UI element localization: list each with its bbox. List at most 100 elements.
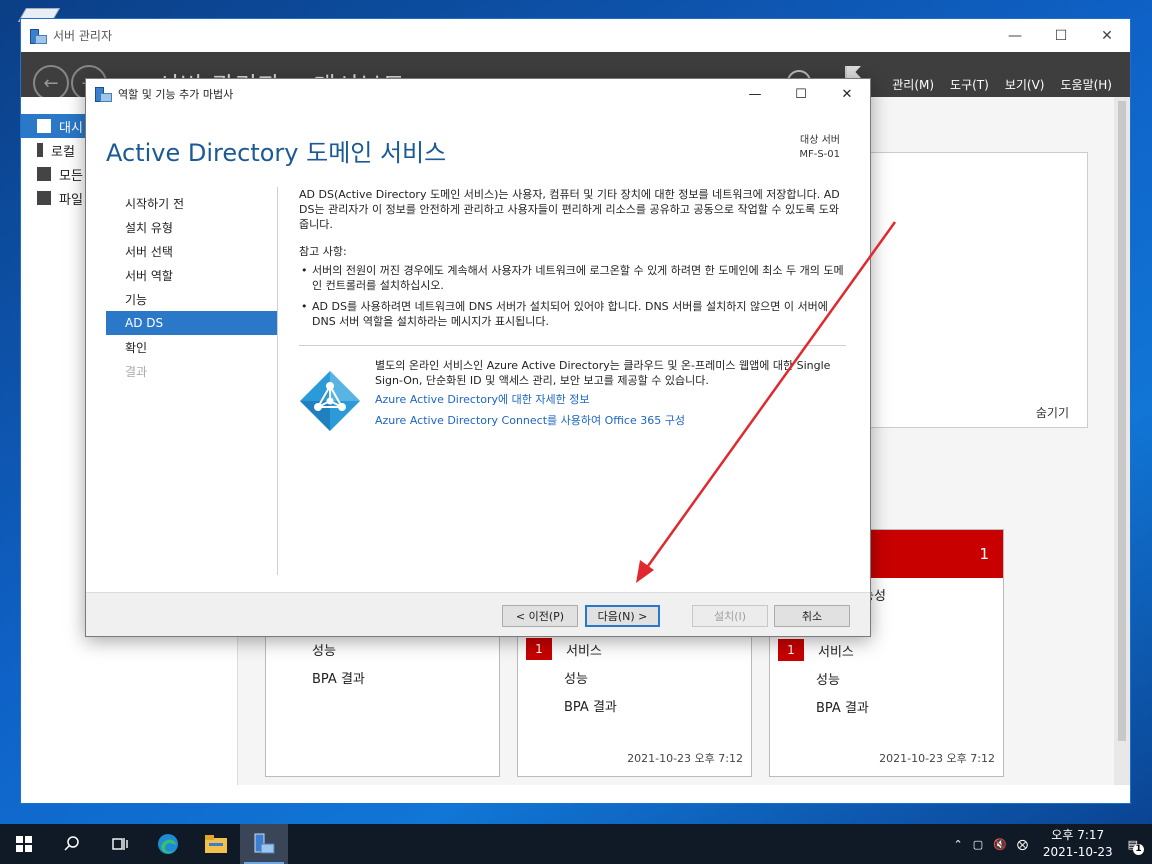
sm-window-title: 서버 관리자 [53, 29, 113, 43]
server-group-tile[interactable]: 성능 BPA 결과 [265, 616, 500, 777]
clock-time: 오후 7:17 [1051, 828, 1105, 842]
wizard-app-icon [94, 87, 112, 102]
menu-help[interactable]: 도움말(H) [1060, 76, 1112, 93]
azure-ad-info-link[interactable]: Azure Active Directory에 대한 자세한 정보 [375, 391, 849, 409]
tile-alert-count: 1 [979, 545, 989, 563]
close-icon[interactable]: ✕ [824, 79, 870, 109]
chevron-up-icon[interactable]: ⌃ [949, 838, 968, 851]
tile-row[interactable]: 성능 [266, 635, 499, 663]
wizard-window-controls: — ☐ ✕ [732, 79, 870, 109]
step-server-selection[interactable]: 서버 선택 [106, 239, 278, 263]
dashboard-icon [37, 119, 51, 133]
notification-center-icon[interactable]: ▤ 1 [1123, 838, 1152, 855]
taskbar: ⌃ ▢ 🔇 ⨂ 오후 7:17 2021-10-23 ▤ 1 [0, 824, 1152, 864]
tile-row-label: 서비스 [566, 643, 602, 659]
volume-muted-icon[interactable]: 🔇 [988, 838, 1012, 851]
local-server-icon [37, 143, 43, 157]
wizard-title: 역할 및 기능 추가 마법사 [118, 88, 234, 101]
wizard-steps: 시작하기 전 설치 유형 서버 선택 서버 역할 기능 AD DS 확인 결과 [106, 191, 278, 383]
network-icon[interactable]: ▢ [968, 838, 988, 851]
tile-row[interactable]: 1 서비스 [518, 635, 751, 663]
task-view-button[interactable] [96, 824, 144, 864]
tile-row[interactable]: 1 서비스 [770, 636, 1003, 664]
adds-intro-text: AD DS(Active Directory 도메인 서비스)는 사용자, 컴퓨… [299, 188, 840, 231]
file-services-icon [37, 191, 51, 205]
edge-icon [158, 834, 178, 854]
tile-row[interactable]: 성능 [770, 664, 1003, 692]
cancel-button[interactable]: 취소 [774, 605, 850, 627]
tile-row-label: BPA 결과 [312, 671, 365, 687]
clock-date: 2021-10-23 [1042, 845, 1113, 859]
close-icon[interactable]: ✕ [1084, 19, 1130, 52]
tile-row[interactable]: BPA 결과 [266, 663, 499, 691]
search-icon [64, 836, 79, 851]
search-button[interactable] [48, 824, 96, 864]
sidebar-item-label: 모든 [59, 168, 83, 184]
sm-titlebar: 서버 관리자 — ☐ ✕ [21, 19, 1130, 52]
wizard-content: AD DS(Active Directory 도메인 서비스)는 사용자, 컴퓨… [299, 187, 849, 438]
steps-divider [277, 187, 278, 575]
tile-timestamp: 2021-10-23 오후 7:12 [627, 752, 743, 765]
azure-ad-description: 별도의 온라인 서비스인 Azure Active Directory는 클라우… [375, 359, 831, 387]
taskbar-clock[interactable]: 오후 7:17 2021-10-23 [1033, 827, 1123, 861]
notes-list: 서버의 전원이 꺼진 경우에도 계속해서 사용자가 네트워크에 로그온할 수 있… [299, 263, 849, 329]
azure-ad-connect-link[interactable]: Azure Active Directory Connect를 사용하여 Off… [375, 412, 849, 430]
file-explorer-icon [205, 835, 227, 853]
minimize-icon[interactable]: — [732, 79, 778, 109]
tile-row-label: BPA 결과 [816, 700, 869, 716]
add-roles-wizard-dialog: 역할 및 기능 추가 마법사 — ☐ ✕ Active Directory 도메… [85, 78, 871, 637]
wizard-titlebar: 역할 및 기능 추가 마법사 — ☐ ✕ [86, 79, 870, 109]
menu-tools[interactable]: 도구(T) [950, 76, 989, 93]
install-button: 설치(I) [692, 605, 768, 627]
step-ad-ds[interactable]: AD DS [106, 311, 278, 335]
sm-scrollbar[interactable] [1114, 97, 1130, 785]
notes-heading: 참고 사항: [299, 245, 347, 258]
tile-row[interactable]: BPA 결과 [770, 692, 1003, 720]
sidebar-item-label: 파일 [59, 192, 83, 208]
tile-row[interactable]: 성능 [518, 663, 751, 691]
tile-row-label: BPA 결과 [564, 699, 617, 715]
previous-button[interactable]: < 이전(P) [502, 605, 578, 627]
sm-menu-bar: 관리(M) 도구(T) 보기(V) 도움말(H) [892, 76, 1112, 93]
alert-count-badge: 1 [526, 638, 552, 660]
content-divider [299, 345, 846, 346]
start-button[interactable] [0, 824, 48, 864]
start-icon [16, 836, 32, 852]
edge-button[interactable] [144, 824, 192, 864]
step-installation-type[interactable]: 설치 유형 [106, 215, 278, 239]
step-confirmation[interactable]: 확인 [106, 335, 278, 359]
target-server: 대상 서버 MF-S-01 [799, 134, 840, 162]
system-tray: ⌃ ▢ 🔇 ⨂ 오후 7:17 2021-10-23 ▤ 1 [949, 824, 1152, 864]
minimize-icon[interactable]: — [992, 19, 1038, 52]
task-view-icon [112, 838, 128, 850]
server-manager-taskbar-button[interactable] [240, 824, 288, 864]
back-arrow-icon[interactable]: ← [33, 65, 69, 101]
tile-row-label: 성능 [564, 671, 588, 687]
next-button[interactable]: 다음(N) > [585, 605, 660, 627]
sm-window-controls: — ☐ ✕ [992, 19, 1130, 52]
menu-view[interactable]: 보기(V) [1005, 76, 1045, 93]
server-manager-app-icon [29, 28, 47, 44]
step-before-you-begin[interactable]: 시작하기 전 [106, 191, 278, 215]
azure-ad-section: 별도의 온라인 서비스인 Azure Active Directory는 클라우… [299, 358, 849, 438]
all-servers-icon [37, 167, 51, 181]
page-title: Active Directory 도메인 서비스 [106, 139, 447, 167]
maximize-icon[interactable]: ☐ [778, 79, 824, 109]
azure-ad-logo-icon [300, 371, 360, 431]
maximize-icon[interactable]: ☐ [1038, 19, 1084, 52]
close-circle-icon[interactable]: ⨂ [1012, 838, 1033, 851]
sidebar-item-label: 로컬 [51, 144, 75, 160]
server-group-tile[interactable]: 1 서비스 성능 BPA 결과 2021-10-23 오후 7:12 [517, 616, 752, 777]
tile-row[interactable]: BPA 결과 [518, 691, 751, 719]
tile-timestamp: 2021-10-23 오후 7:12 [879, 752, 995, 765]
wizard-footer: < 이전(P) 다음(N) > 설치(I) 취소 [86, 592, 870, 636]
step-features[interactable]: 기능 [106, 287, 278, 311]
step-results: 결과 [125, 364, 148, 379]
list-item: 서버의 전원이 꺼진 경우에도 계속해서 사용자가 네트워크에 로그온할 수 있… [299, 263, 849, 293]
server-manager-icon [254, 833, 275, 854]
menu-manage[interactable]: 관리(M) [892, 76, 934, 93]
file-explorer-button[interactable] [192, 824, 240, 864]
target-server-name: MF-S-01 [799, 149, 840, 160]
step-server-roles[interactable]: 서버 역할 [106, 263, 278, 287]
hide-welcome-link[interactable]: 숨기기 [1036, 404, 1069, 421]
